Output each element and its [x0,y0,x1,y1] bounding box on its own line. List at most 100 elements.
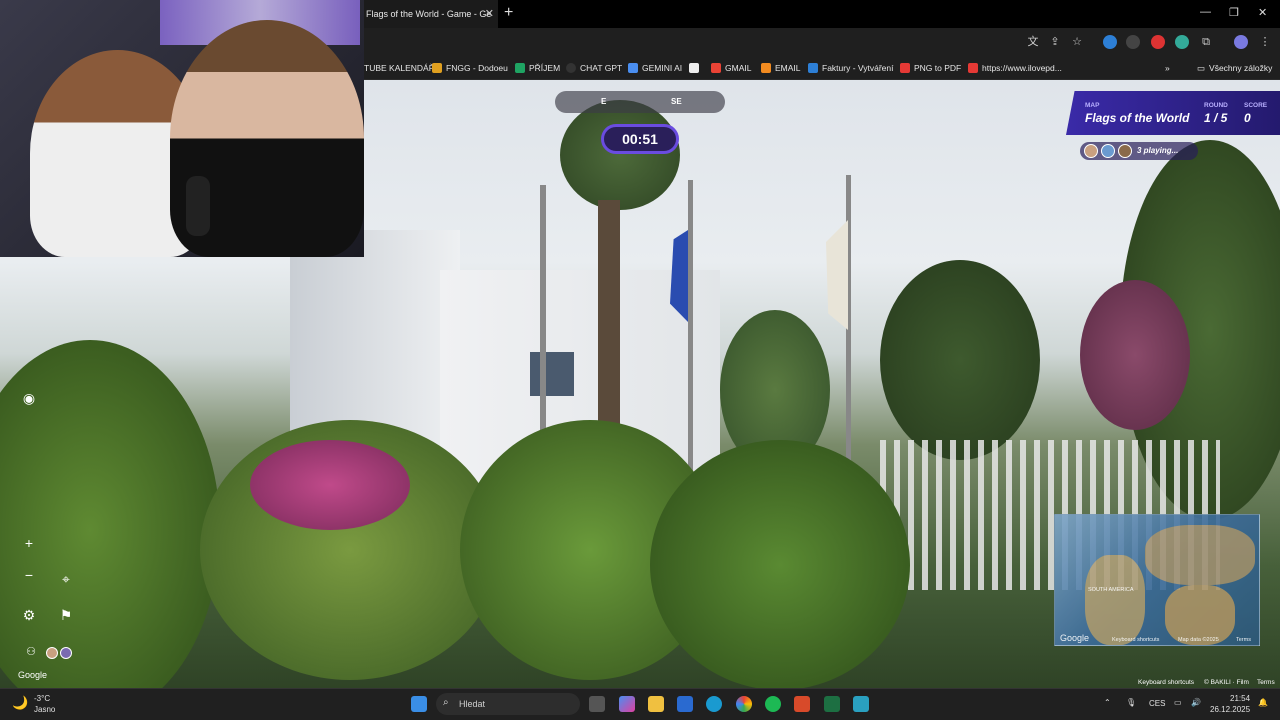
bookmark-item[interactable]: GEMINI AI [628,61,682,75]
copyright-text: © BAKILI · Film [1204,679,1249,686]
close-tab-icon[interactable]: ✕ [485,7,494,20]
microphone-icon[interactable]: 🎙 [1126,698,1136,707]
compass-se: SE [671,97,682,106]
minimap-keyboard-shortcuts[interactable]: Keyboard shortcuts [1112,637,1159,643]
bookmark-item[interactable] [689,61,699,75]
copilot-icon[interactable] [619,696,635,712]
keyboard-shortcuts-link[interactable]: Keyboard shortcuts [1138,679,1194,686]
window [530,352,574,396]
bookmark-item[interactable]: Faktury - Vytváření [808,61,893,75]
tree [880,260,1040,460]
extension-icon[interactable] [1126,35,1140,49]
search-placeholder: Hledat [459,699,486,709]
bookmark-favicon [968,63,978,73]
volume-icon[interactable]: 🔊 [1191,698,1201,707]
continent [1145,525,1255,585]
bush [650,440,910,688]
start-windows-icon[interactable] [411,696,427,712]
bookmark-item[interactable]: PNG to PDF [900,61,961,75]
guess-minimap[interactable] [1054,514,1260,646]
bookmarks-overflow-icon[interactable]: » [1165,61,1170,75]
terms-link[interactable]: Terms [1257,679,1275,686]
window-close-icon[interactable]: ✕ [1258,6,1267,19]
bookmark-favicon [515,63,525,73]
bookmark-item[interactable]: EMAIL [761,61,801,75]
weather-moon-icon[interactable]: 🌙 [12,695,28,711]
map-name: Flags of the World [1085,111,1190,125]
flag-icon[interactable]: ⚑ [57,607,75,624]
map-label: MAP [1085,102,1100,109]
edge-icon[interactable] [706,696,722,712]
windows-taskbar [0,688,1280,720]
clock-time[interactable]: 21:54 [1230,694,1250,703]
menu-kebab-icon[interactable]: ⋮ [1258,35,1272,49]
app-icon[interactable] [853,696,869,712]
language-indicator[interactable]: CES [1149,699,1165,708]
minimap-terms[interactable]: Terms [1236,637,1251,643]
players-count-text: 3 playing... [1137,146,1179,155]
score-value: 0 [1244,111,1251,125]
flag [826,220,848,330]
chrome-icon[interactable] [736,696,752,712]
extensions-puzzle-icon[interactable]: ⧉ [1199,35,1213,49]
bookmark-favicon [566,63,576,73]
spotify-icon[interactable] [765,696,781,712]
region-label: SOUTH AMERICA [1088,587,1134,593]
continent [1165,585,1235,645]
zoom-in-button[interactable]: + [20,535,38,551]
weather-temp[interactable]: -3°C [34,694,50,703]
people-icon[interactable]: ⚇ [22,645,40,658]
continent [1085,555,1145,645]
profile-avatar[interactable] [1234,35,1248,49]
score-label: SCORE [1244,102,1268,109]
task-view-icon[interactable] [589,696,605,712]
player-avatar [1101,144,1115,158]
clock-date[interactable]: 26.12.2025 [1210,705,1250,714]
extension-icon[interactable] [1103,35,1117,49]
return-to-start-pin-icon[interactable]: ⌖ [57,571,75,588]
minimap-map-data: Map data ©2025 [1178,637,1219,643]
minimize-icon[interactable]: — [1200,6,1211,18]
round-label: ROUND [1204,102,1228,109]
bookmark-favicon [808,63,818,73]
bookmark-star-icon[interactable]: ☆ [1070,35,1084,49]
bookmark-favicon [689,63,699,73]
bookmark-favicon [628,63,638,73]
bookmark-item[interactable]: https://www.ilovepd... [968,61,1062,75]
bookmark-item[interactable]: PŘÍJEM [515,61,560,75]
bookmark-favicon [711,63,721,73]
round-value: 1 / 5 [1204,111,1228,125]
bookmark-item[interactable]: GMAIL [711,61,751,75]
translate-icon[interactable]: 文 [1026,35,1040,49]
player-avatar [60,647,72,659]
extension-icon[interactable] [1175,35,1189,49]
new-tab-button[interactable]: + [504,4,513,22]
zoom-out-button[interactable]: − [20,567,38,583]
bookmark-item[interactable]: TUBE KALENDÁŘ [364,61,435,75]
taskbar-search[interactable] [436,693,580,715]
outlook-icon[interactable] [677,696,693,712]
weather-desc[interactable]: Jasno [34,705,55,714]
file-explorer-icon[interactable] [648,696,664,712]
compass: E SE [555,91,725,113]
excel-icon[interactable] [824,696,840,712]
network-icon[interactable]: ▭ [1174,698,1182,707]
bookmark-item[interactable]: FNGG - Dodoeu [432,61,508,75]
notifications-bell-icon[interactable]: 🔔 [1258,698,1268,707]
player-avatar [1118,144,1132,158]
folder-icon: ▭ [1197,63,1206,73]
location-pin-icon[interactable]: ◉ [20,390,38,407]
all-bookmarks-folder[interactable]: ▭ Všechny záložky [1197,61,1272,75]
maximize-icon[interactable]: ❐ [1229,6,1239,19]
settings-gear-icon[interactable]: ⚙ [20,607,38,624]
palm-tree [560,100,680,210]
install-icon[interactable]: ⇪ [1048,35,1062,49]
google-logo: Google [18,670,48,680]
round-timer: 00:51 [601,124,679,154]
browser-tab[interactable]: Flags of the World - Game - Ge ✕ [364,0,498,28]
tray-chevron-icon[interactable]: ⌃ [1104,698,1111,707]
flowers [250,440,410,530]
extension-icon[interactable] [1151,35,1165,49]
bookmark-item[interactable]: CHAT GPT [566,61,622,75]
obs-icon[interactable] [794,696,810,712]
